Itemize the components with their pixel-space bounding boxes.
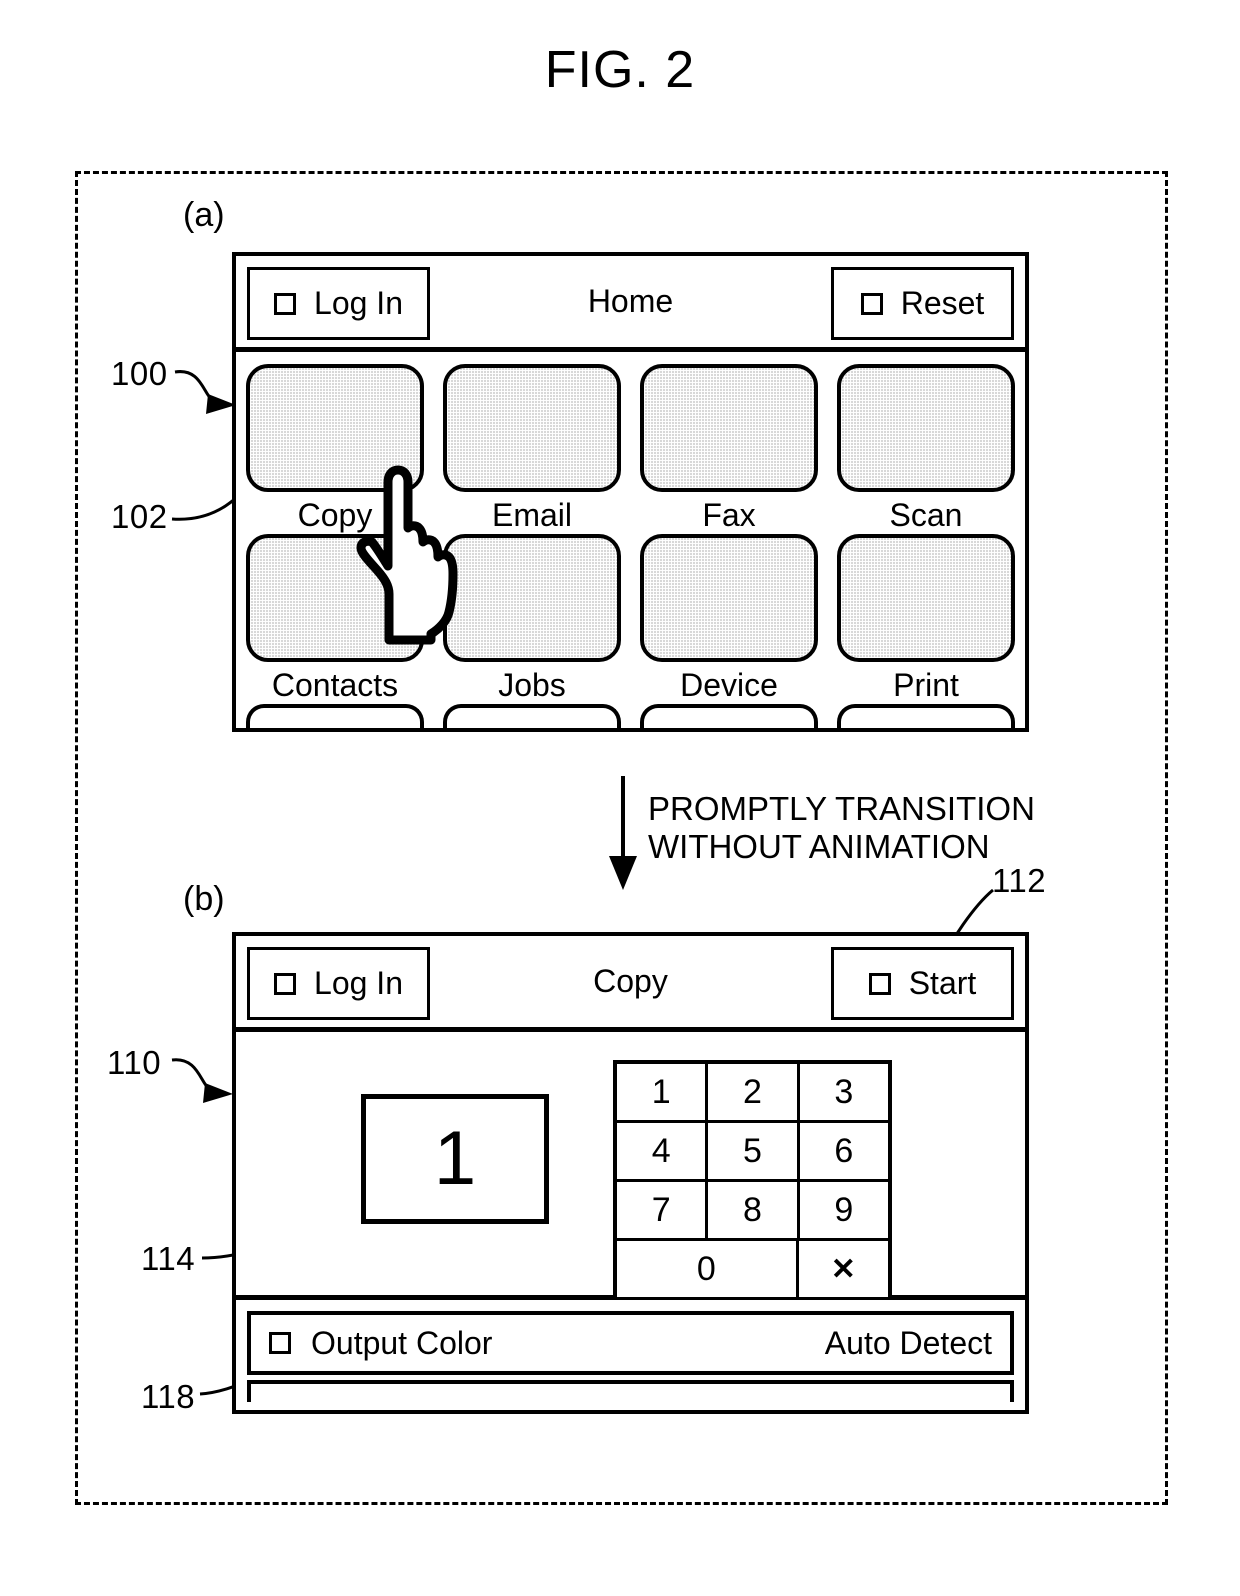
reference-numeral-102: 102 [111,498,168,535]
keypad-key-6[interactable]: 6 [800,1123,888,1179]
square-icon [274,972,297,995]
copy-screen: Copy Log In Start 1 1 2 3 4 5 6 7 8 9 0 … [232,932,1029,1414]
tile-label: Jobs [498,667,566,703]
login-button-label: Log In [314,285,403,321]
copy-options-area: Output Color Auto Detect [236,1300,1025,1406]
home-tile-row-2: Contacts Jobs Device Print [236,534,1025,702]
tile-icon-device [640,534,818,662]
tile-icon-copy [246,364,424,492]
keypad-key-7[interactable]: 7 [617,1182,709,1238]
home-tile-jobs[interactable]: Jobs [443,534,621,702]
keypad-key-1[interactable]: 1 [617,1064,709,1120]
quantity-value: 1 [433,1116,477,1201]
reference-numeral-110: 110 [107,1044,162,1081]
panel-a-label: (a) [183,196,225,234]
reference-numeral-112: 112 [992,862,1047,899]
start-button[interactable]: Start [831,947,1014,1020]
keypad-key-clear-icon[interactable]: ✕ [799,1241,888,1297]
keypad-row: 0 ✕ [617,1241,888,1297]
quantity-display[interactable]: 1 [361,1094,549,1224]
keypad-row: 4 5 6 [617,1123,888,1182]
tile-icon-contacts [246,534,424,662]
figure-canvas: FIG. 2 (a) (b) 100 102 110 112 114 116 1… [0,0,1240,1596]
home-tile-row-3-partial [236,704,1025,728]
home-header-bar: Home Log In Reset [236,256,1025,352]
tile-label: Email [491,497,572,533]
home-tile-partial[interactable] [640,704,818,728]
tile-label: Fax [702,497,756,533]
reference-numeral-100: 100 [111,355,168,392]
tile-label: Device [680,667,778,703]
square-icon [860,292,883,315]
tile-icon-jobs [443,534,621,662]
option-value: Auto Detect [824,1324,992,1361]
home-tile-grid: Copy Email Fax Scan Contacts Jobs Device… [236,352,1025,728]
square-icon [868,972,891,995]
square-icon [274,292,297,315]
login-button-label: Log In [314,965,403,1001]
keypad-key-2[interactable]: 2 [708,1064,800,1120]
reset-button[interactable]: Reset [831,267,1014,340]
keypad-key-8[interactable]: 8 [708,1182,800,1238]
home-tile-print[interactable]: Print [837,534,1015,702]
home-tile-partial[interactable] [837,704,1015,728]
home-tile-fax[interactable]: Fax [640,364,818,532]
home-tile-partial[interactable] [246,704,424,728]
copy-header-bar: Copy Log In Start [236,936,1025,1032]
home-tile-device[interactable]: Device [640,534,818,702]
start-button-label: Start [908,965,977,1001]
keypad-row: 1 2 3 [617,1064,888,1123]
copy-main-area: 1 1 2 3 4 5 6 7 8 9 0 ✕ [236,1032,1025,1301]
keypad-key-4[interactable]: 4 [617,1123,709,1179]
keypad-key-9[interactable]: 9 [800,1182,888,1238]
option-row-partial[interactable] [247,1380,1014,1402]
home-tile-scan[interactable]: Scan [837,364,1015,532]
tile-icon-print [837,534,1015,662]
square-icon [269,1332,291,1354]
home-tile-row-1: Copy Email Fax Scan [236,364,1025,532]
option-row-output-color[interactable]: Output Color Auto Detect [247,1311,1014,1375]
home-screen: Home Log In Reset Copy Email Fax Scan Co… [232,252,1029,732]
keypad-key-5[interactable]: 5 [708,1123,800,1179]
reset-button-label: Reset [900,285,985,321]
reference-numeral-118: 118 [141,1378,196,1415]
tile-icon-scan [837,364,1015,492]
keypad-key-3[interactable]: 3 [800,1064,888,1120]
numeric-keypad: 1 2 3 4 5 6 7 8 9 0 ✕ [613,1060,892,1301]
tile-label: Print [893,667,959,703]
reference-numeral-114: 114 [141,1240,196,1277]
home-tile-copy[interactable]: Copy [246,364,424,532]
login-button[interactable]: Log In [247,267,430,340]
tile-icon-fax [640,364,818,492]
tile-label: Copy [297,497,373,533]
home-tile-email[interactable]: Email [443,364,621,532]
figure-title: FIG. 2 [544,41,696,99]
tile-icon-email [443,364,621,492]
tile-label: Contacts [271,667,399,703]
home-tile-partial[interactable] [443,704,621,728]
panel-b-label: (b) [183,880,225,918]
login-button[interactable]: Log In [247,947,430,1020]
keypad-key-0[interactable]: 0 [617,1241,799,1297]
home-tile-contacts[interactable]: Contacts [246,534,424,702]
option-label: Output Color [311,1324,493,1361]
transition-annotation: PROMPTLY TRANSITION WITHOUT ANIMATION [648,790,1035,865]
tile-label: Scan [889,497,963,533]
keypad-row: 7 8 9 [617,1182,888,1241]
